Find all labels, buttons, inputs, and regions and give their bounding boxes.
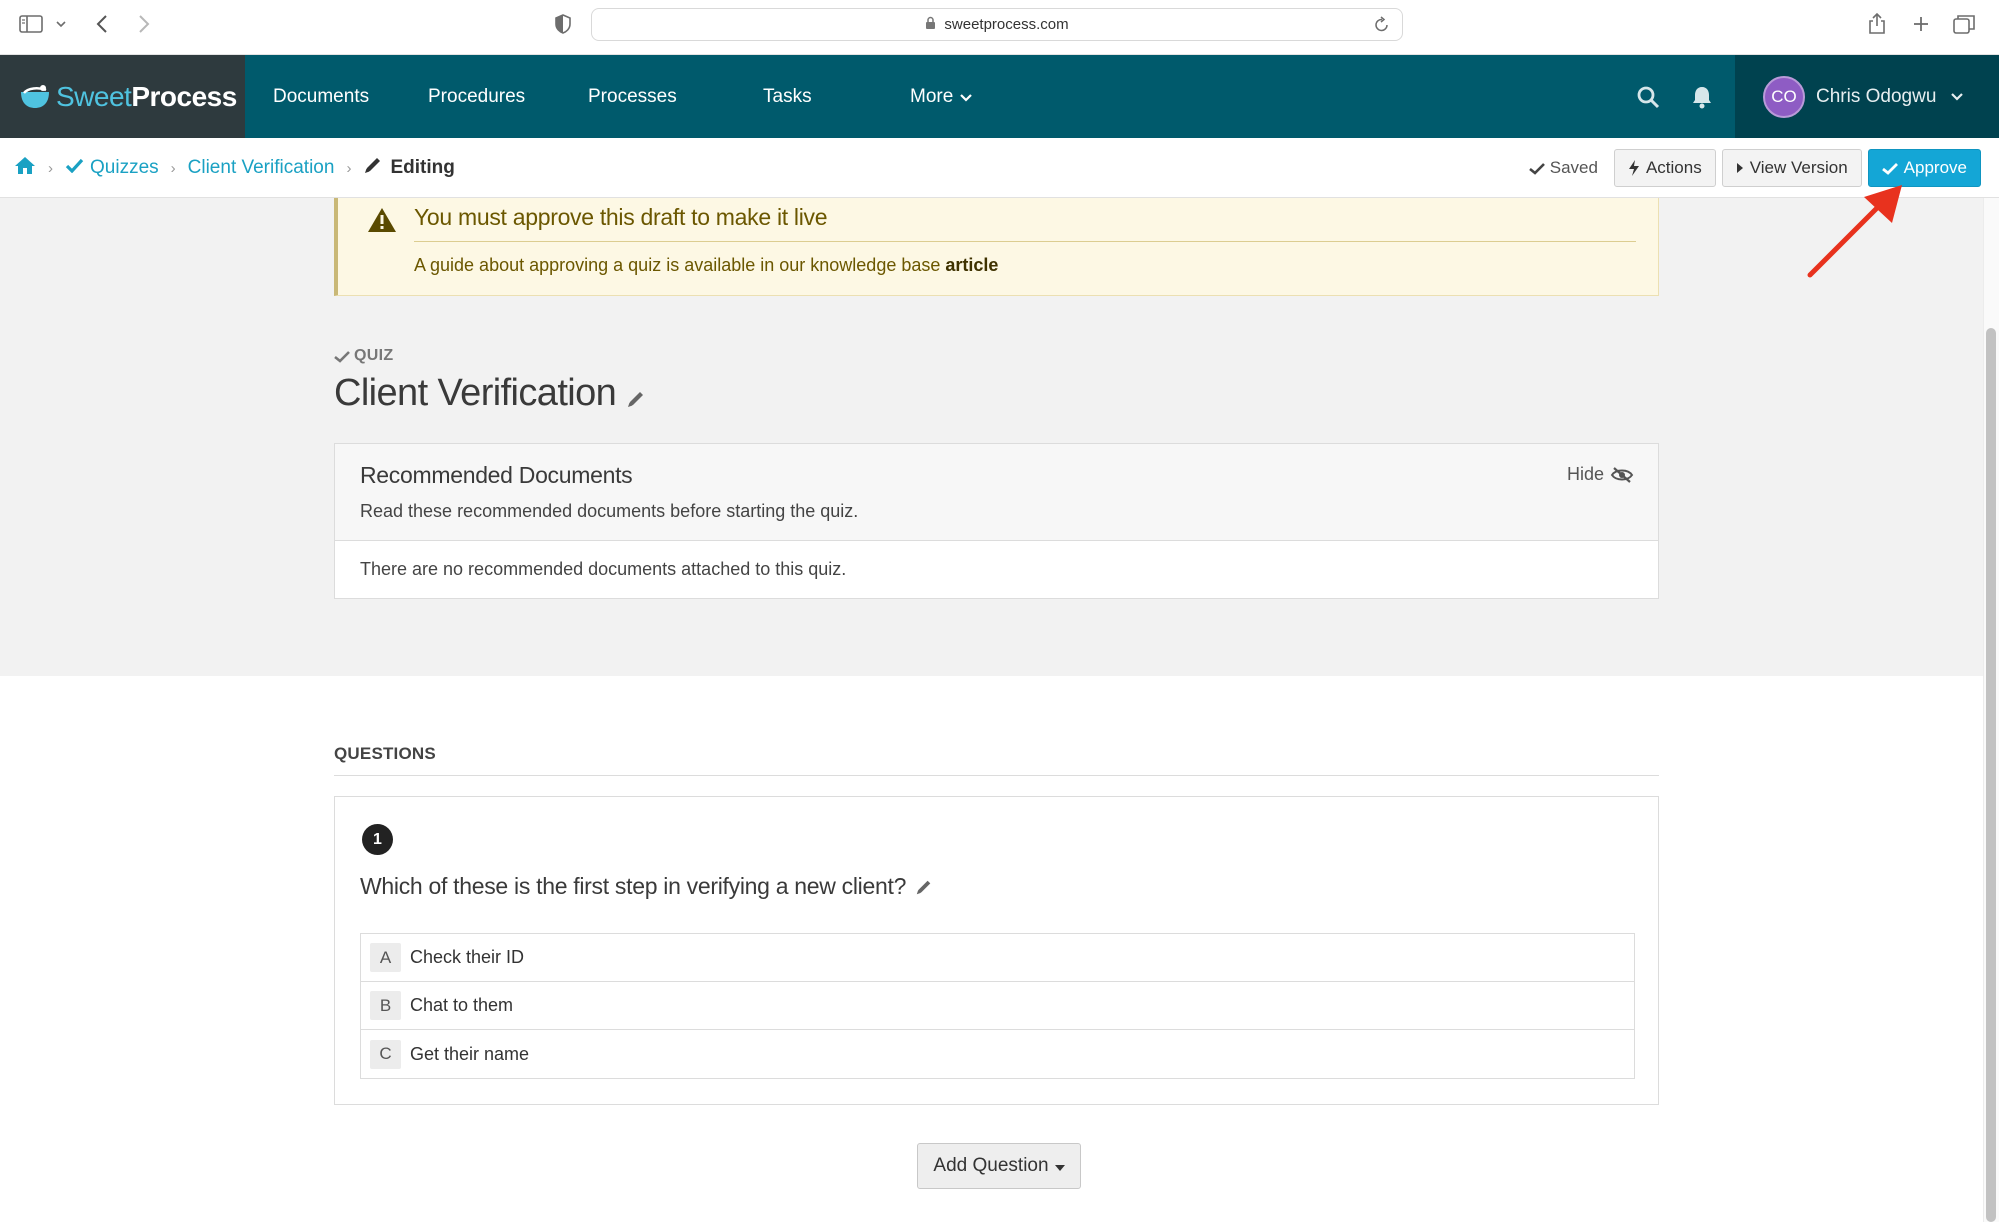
brand-process: Process: [131, 80, 237, 112]
answer-text: Chat to them: [410, 995, 514, 1015]
lock-icon: [925, 16, 936, 34]
main-navbar: SweetProcess Documents Procedures Proces…: [0, 55, 1999, 138]
privacy-shield-icon[interactable]: [552, 12, 574, 36]
address-bar[interactable]: sweetprocess.com: [591, 8, 1403, 41]
browser-toolbar: sweetprocess.com: [0, 0, 1999, 55]
alert-message-text: A guide about approving a quiz is availa…: [414, 255, 941, 275]
page-title: Client Verification: [334, 368, 646, 419]
answer-text: Check their ID: [410, 947, 525, 967]
nav-procedures[interactable]: Procedures: [428, 55, 525, 138]
saved-status: Saved: [1528, 158, 1598, 178]
breadcrumb-quizzes-label: Quizzes: [90, 157, 159, 178]
alert-divider: [414, 241, 1636, 242]
question-number-badge: 1: [362, 824, 393, 855]
hide-label: Hide: [1566, 464, 1604, 484]
questions-heading: QUESTIONS: [334, 744, 436, 763]
warning-icon: [367, 207, 397, 238]
tab-overview-icon[interactable]: [1952, 12, 1976, 36]
chevron-down-icon: [1951, 88, 1964, 106]
answer-text: Get their name: [410, 1043, 530, 1064]
check-icon: [334, 350, 350, 363]
pencil-icon: [363, 155, 383, 181]
answer-letter: C: [370, 1039, 401, 1069]
brand-sweet: Sweet: [56, 80, 132, 112]
chevron-down-icon[interactable]: [54, 12, 68, 36]
add-question-label: Add Question: [933, 1155, 1049, 1176]
answer-letter: A: [370, 943, 401, 972]
check-icon: [65, 158, 84, 173]
question-card: 1 Which of these is the first step in ve…: [334, 796, 1659, 1105]
eye-slash-icon: [1610, 466, 1634, 483]
view-version-button[interactable]: View Version: [1721, 149, 1862, 187]
answer-list: A Check their ID B Chat to them C Get th…: [360, 933, 1635, 1079]
view-version-label: View Version: [1749, 158, 1848, 177]
new-tab-icon[interactable]: [1910, 12, 1932, 36]
question-text: Which of these is the first step in veri…: [360, 871, 933, 902]
answer-option-b[interactable]: B Chat to them: [361, 982, 1634, 1030]
approve-button[interactable]: Approve: [1867, 149, 1981, 187]
quiz-title-text: Client Verification: [334, 372, 617, 414]
breadcrumb-separator-icon: ›: [48, 159, 53, 177]
breadcrumb-separator-icon: ›: [346, 159, 352, 177]
home-icon[interactable]: [14, 156, 36, 181]
back-icon[interactable]: [92, 12, 112, 36]
recommended-documents-header: Recommended Documents Read these recomme…: [335, 444, 1658, 541]
user-menu[interactable]: CO Chris Odogwu: [1735, 55, 1999, 138]
actions-button-label: Actions: [1645, 158, 1702, 177]
caret-right-icon: [1736, 163, 1743, 173]
recommended-documents-panel: Recommended Documents Read these recomme…: [334, 443, 1659, 599]
check-icon: [1528, 162, 1545, 175]
recommended-documents-title: Recommended Documents: [360, 462, 633, 488]
reload-icon[interactable]: [1374, 16, 1390, 37]
alert-title: You must approve this draft to make it l…: [414, 204, 828, 230]
scrollbar-thumb[interactable]: [1986, 328, 1996, 1222]
check-icon: [1881, 162, 1898, 175]
edit-title-pencil-icon[interactable]: [626, 376, 646, 419]
nav-documents[interactable]: Documents: [273, 55, 369, 138]
hide-button[interactable]: Hide: [1567, 464, 1634, 485]
nav-more-label: More: [910, 85, 954, 107]
chevron-down-icon: [960, 86, 973, 108]
forward-icon[interactable]: [134, 12, 154, 36]
page-actions: Saved Actions View Version Approve: [1528, 149, 1981, 187]
breadcrumb-bar: › Quizzes › Client Verification › Editin…: [0, 138, 1999, 198]
recommended-documents-empty: There are no recommended documents attac…: [360, 559, 847, 579]
questions-divider: [334, 775, 1659, 776]
sweetprocess-logo-icon: [21, 84, 49, 108]
approval-alert: You must approve this draft to make it l…: [334, 198, 1659, 296]
quiz-type-label: QUIZ: [334, 347, 393, 365]
breadcrumb: › Quizzes › Client Verification › Editin…: [14, 138, 455, 198]
add-question-button[interactable]: Add Question: [917, 1143, 1081, 1189]
brand-logo[interactable]: SweetProcess: [0, 55, 245, 138]
edit-question-pencil-icon[interactable]: [915, 875, 933, 902]
breadcrumb-separator-icon: ›: [170, 159, 176, 177]
answer-option-a[interactable]: A Check their ID: [361, 934, 1634, 982]
approve-label: Approve: [1903, 158, 1967, 177]
lightning-icon: [1628, 160, 1639, 176]
recommended-documents-subtitle: Read these recommended documents before …: [360, 501, 859, 521]
question-text-label: Which of these is the first step in veri…: [360, 873, 907, 899]
search-icon[interactable]: [1634, 83, 1662, 111]
nav-more[interactable]: More: [910, 55, 973, 138]
user-name: Chris Odogwu: [1816, 85, 1937, 107]
quiz-label-text: QUIZ: [354, 347, 394, 364]
alert-message: A guide about approving a quiz is availa…: [414, 255, 998, 276]
share-icon[interactable]: [1866, 12, 1888, 36]
breadcrumb-current: Editing: [390, 157, 455, 178]
sidebar-toggle-icon[interactable]: [18, 12, 44, 36]
annotation-arrow-icon: [1807, 185, 1902, 278]
alert-article-link[interactable]: article: [945, 255, 998, 275]
breadcrumb-quizzes[interactable]: Quizzes: [65, 157, 159, 179]
breadcrumb-client-verification[interactable]: Client Verification: [188, 157, 335, 179]
answer-letter: B: [370, 991, 401, 1020]
answer-option-c[interactable]: C Get their name: [361, 1030, 1634, 1078]
saved-label: Saved: [1549, 158, 1598, 177]
nav-tasks[interactable]: Tasks: [763, 55, 812, 138]
url-text: sweetprocess.com: [944, 16, 1069, 33]
avatar: CO: [1763, 75, 1805, 118]
actions-button[interactable]: Actions: [1613, 149, 1716, 187]
bell-icon[interactable]: [1688, 83, 1716, 111]
nav-processes[interactable]: Processes: [588, 55, 677, 138]
caret-down-icon: [1054, 1155, 1065, 1177]
